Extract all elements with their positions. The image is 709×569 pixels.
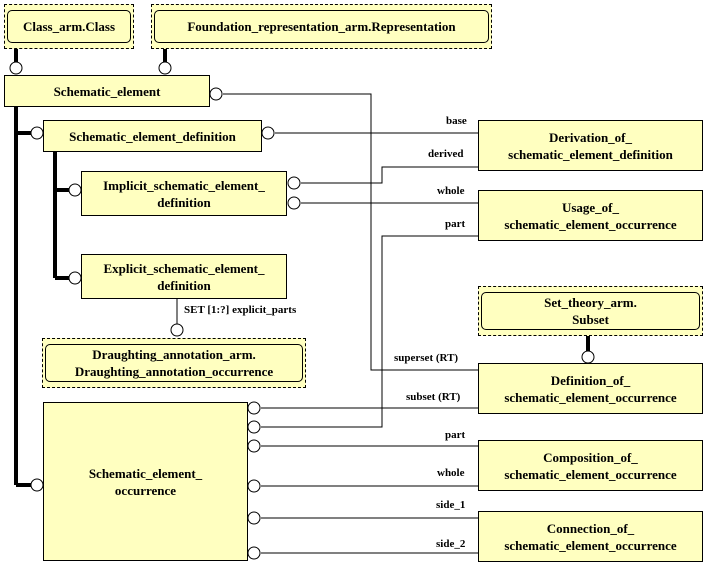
external-entity-foundation-representation[interactable]: Foundation_representation_arm.Representa… bbox=[151, 4, 492, 49]
attr-label-superset: superset (RT) bbox=[394, 352, 459, 364]
entity-connection-of-schematic-element-occurrence[interactable]: Connection_of_ schematic_element_occurren… bbox=[478, 511, 703, 562]
entity-connection-label: Connection_of_ schematic_element_occurren… bbox=[504, 520, 677, 553]
attr-label-whole-usage: whole bbox=[437, 185, 465, 197]
circle-occ-part-usage bbox=[247, 420, 261, 434]
entity-derivation-of-schematic-element-definition[interactable]: Derivation_of_ schematic_element_definiti… bbox=[478, 120, 703, 171]
circle-definition-out bbox=[261, 126, 275, 140]
entity-schematic-element-definition[interactable]: Schematic_element_definition bbox=[43, 120, 262, 152]
entity-schematic-element-definition-label: Schematic_element_definition bbox=[69, 128, 236, 144]
circle-foundation bbox=[158, 61, 172, 75]
external-entity-set-theory-subset[interactable]: Set_theory_arm. Subset bbox=[478, 286, 703, 336]
attr-label-part-usage: part bbox=[445, 218, 466, 230]
entity-schematic-element-occurrence[interactable]: Schematic_element_ occurrence bbox=[43, 402, 248, 561]
entity-derivation-label: Derivation_of_ schematic_element_definiti… bbox=[508, 129, 673, 162]
entity-implicit-label: Implicit_schematic_element_ definition bbox=[103, 177, 265, 210]
external-entity-draughting-annotation[interactable]: Draughting_annotation_arm. Draughting_ann… bbox=[42, 338, 306, 388]
entity-composition-label: Composition_of_ schematic_element_occurre… bbox=[504, 449, 677, 482]
rel-derived bbox=[301, 166, 478, 184]
entity-definition-of-label: Definition_of_ schematic_element_occurren… bbox=[504, 372, 677, 405]
attr-label-base: base bbox=[446, 115, 467, 127]
entity-implicit-schematic-element-definition[interactable]: Implicit_schematic_element_ definition bbox=[81, 171, 287, 216]
attr-label-side-2: side_2 bbox=[436, 538, 466, 550]
entity-occurrence-label: Schematic_element_ occurrence bbox=[88, 465, 203, 498]
entity-explicit-schematic-element-definition[interactable]: Explicit_schematic_element_ definition bbox=[81, 254, 287, 299]
external-entity-class[interactable]: Class_arm.Class bbox=[4, 4, 134, 49]
entity-explicit-label: Explicit_schematic_element_ definition bbox=[103, 260, 265, 293]
entity-usage-of-schematic-element-occurrence[interactable]: Usage_of_ schematic_element_occurrence bbox=[478, 190, 703, 241]
circle-occ-side1 bbox=[247, 511, 261, 525]
external-entity-foundation-label: Foundation_representation_arm.Representa… bbox=[187, 19, 456, 34]
circle-implicit-in bbox=[68, 183, 82, 197]
attr-label-part-composition: part bbox=[445, 429, 466, 441]
entity-usage-label: Usage_of_ schematic_element_occurrence bbox=[504, 199, 677, 232]
entity-schematic-element[interactable]: Schematic_element bbox=[4, 75, 210, 107]
circle-occ-side2 bbox=[247, 546, 261, 560]
entity-schematic-element-label: Schematic_element bbox=[53, 83, 161, 99]
entity-definition-of-schematic-element-occurrence[interactable]: Definition_of_ schematic_element_occurren… bbox=[478, 363, 703, 414]
circle-class bbox=[9, 61, 23, 75]
attr-label-side-1: side_1 bbox=[436, 499, 466, 511]
circle-occ-subset bbox=[247, 401, 261, 415]
attr-label-derived: derived bbox=[428, 148, 464, 160]
circle-occ-whole-comp bbox=[247, 479, 261, 493]
circle-explicit-in bbox=[68, 271, 82, 285]
circle-set-theory bbox=[581, 350, 595, 364]
attr-label-subset: subset (RT) bbox=[406, 391, 461, 403]
circle-implicit-whole bbox=[287, 196, 301, 210]
circle-implicit-derived bbox=[287, 176, 301, 190]
external-entity-set-theory-label: Set_theory_arm. Subset bbox=[544, 295, 637, 327]
circle-occurrence-in bbox=[30, 478, 44, 492]
circle-draughting bbox=[170, 323, 184, 337]
external-entity-draughting-label: Draughting_annotation_arm. Draughting_ann… bbox=[74, 347, 274, 379]
circle-definition-in bbox=[30, 126, 44, 140]
entity-composition-of-schematic-element-occurrence[interactable]: Composition_of_ schematic_element_occurre… bbox=[478, 440, 703, 491]
external-entity-class-label: Class_arm.Class bbox=[22, 19, 116, 34]
circle-occ-part-comp bbox=[247, 439, 261, 453]
attr-label-explicit-parts: SET [1:?] explicit_parts bbox=[184, 304, 297, 316]
attr-label-whole-composition: whole bbox=[437, 467, 465, 479]
circle-schematic-element-out bbox=[209, 87, 223, 101]
